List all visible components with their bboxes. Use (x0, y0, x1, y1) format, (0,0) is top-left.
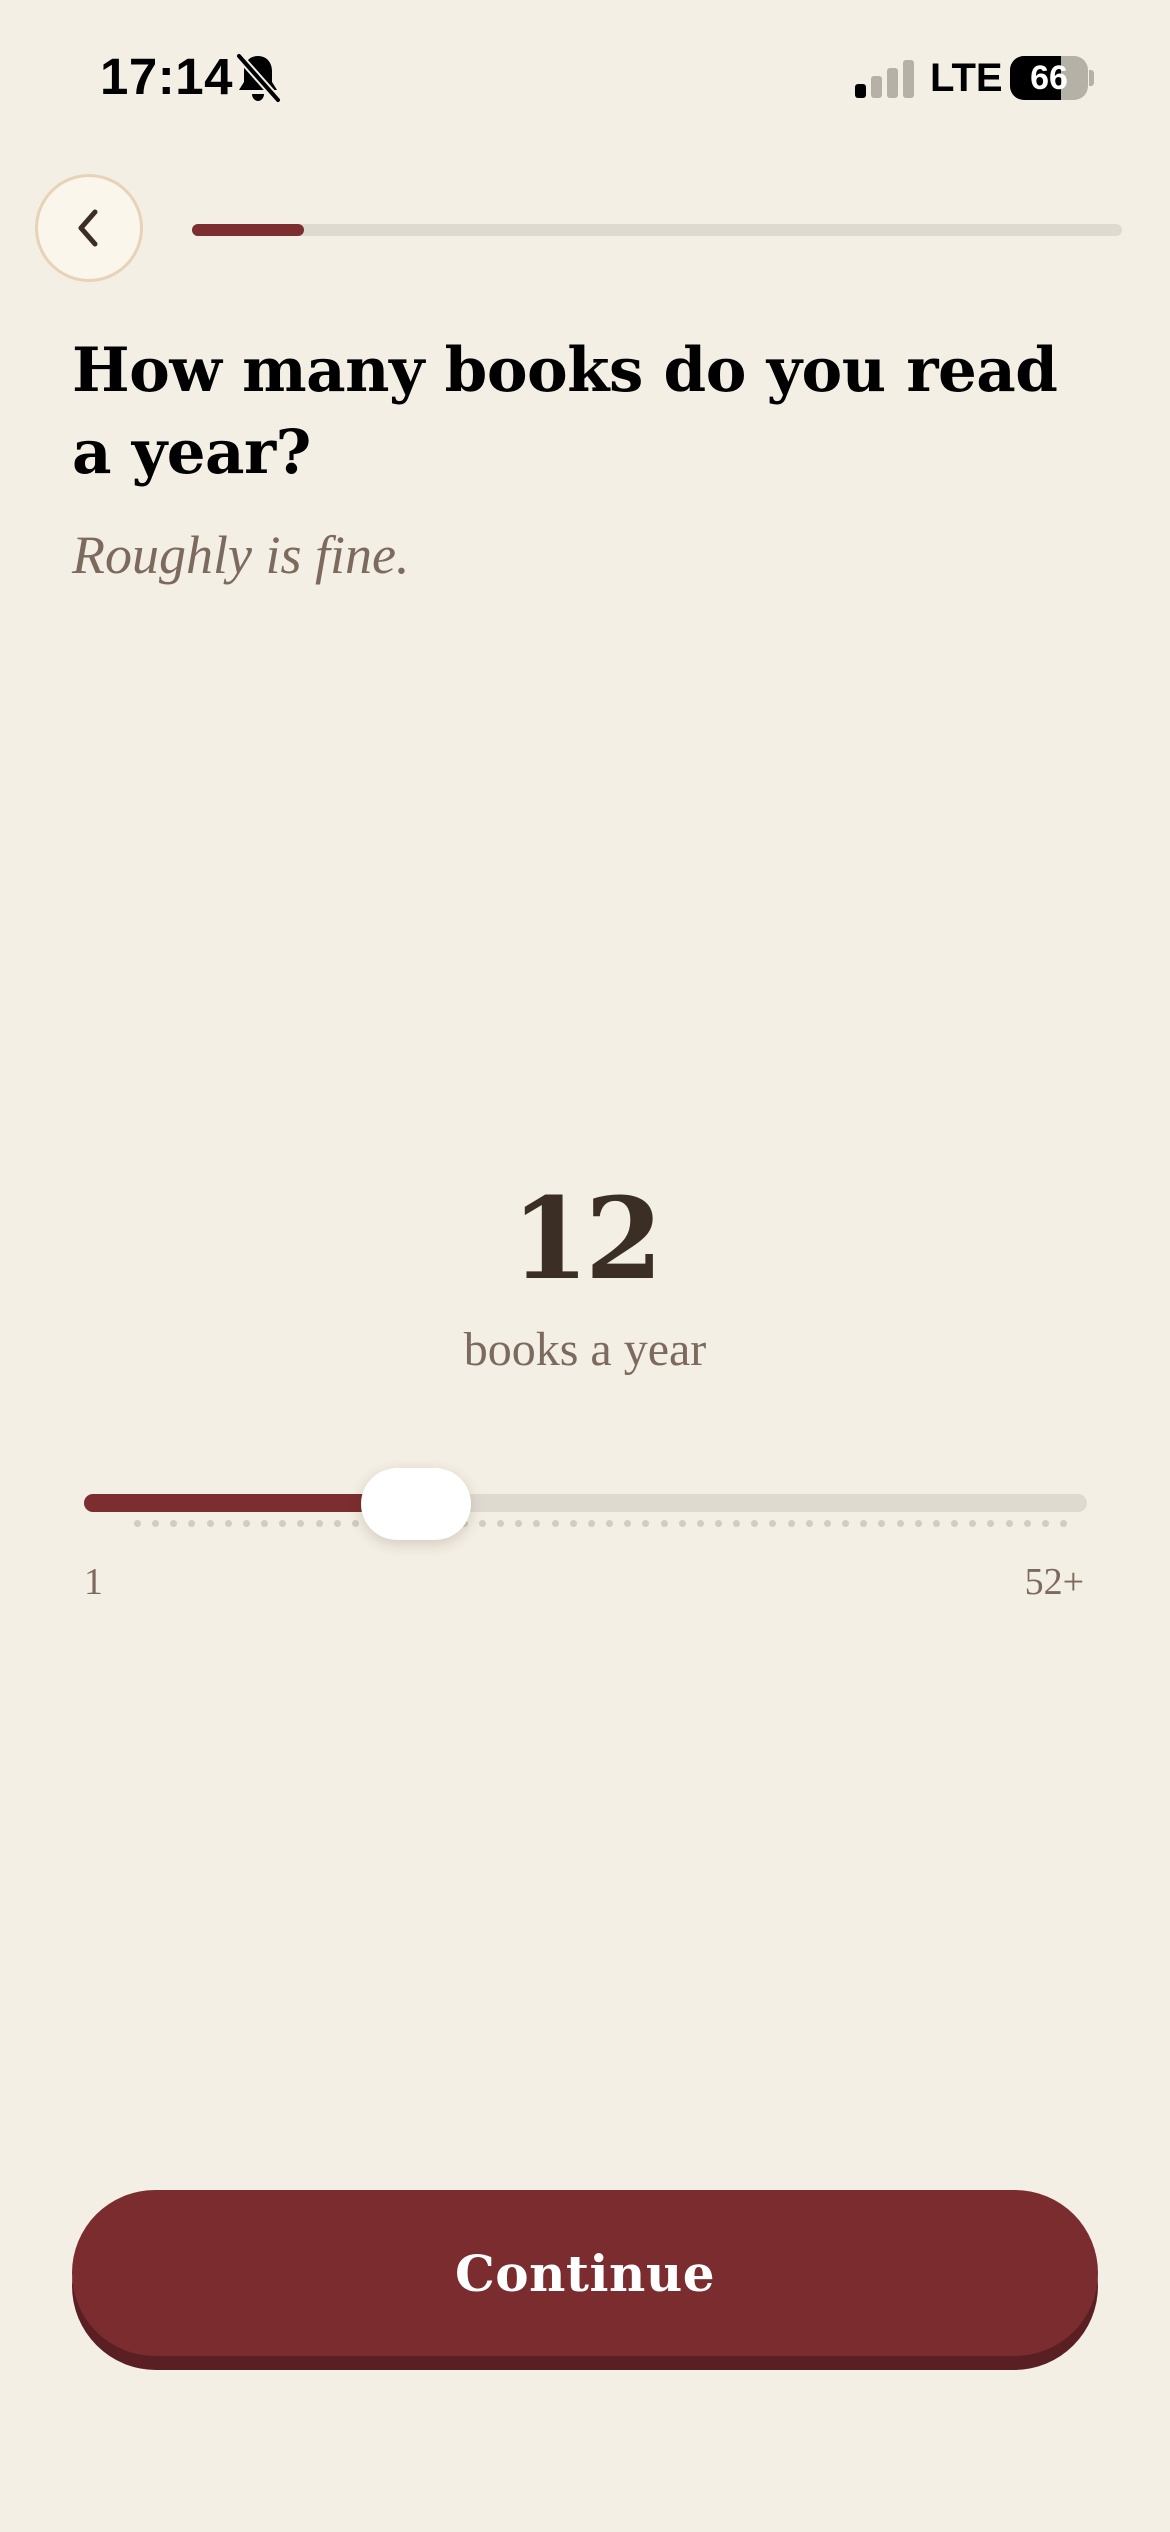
slider-tick (206, 1520, 214, 1527)
status-time: 17:14 (100, 48, 233, 105)
slider-tick (134, 1520, 141, 1527)
slider-tick (987, 1520, 995, 1527)
battery-body: 66 (1010, 56, 1088, 100)
onboarding-progress-bar (192, 224, 1122, 236)
slider-tick (1060, 1520, 1067, 1527)
signal-icon (855, 58, 915, 98)
slider-tick (660, 1520, 668, 1527)
slider-tick (733, 1520, 741, 1527)
continue-label: Continue (454, 2243, 716, 2303)
network-label: LTE (930, 56, 1003, 100)
slider-tick (823, 1520, 831, 1527)
chevron-left-icon (78, 209, 98, 247)
battery-icon: 66 (1010, 56, 1094, 100)
slider-tick (787, 1520, 795, 1527)
slider-tick (842, 1520, 850, 1527)
slider-tick (678, 1520, 686, 1527)
onboarding-progress-fill (192, 224, 304, 236)
signal-bar (855, 84, 866, 98)
slider-tick (769, 1520, 777, 1527)
slider-tick (896, 1520, 904, 1527)
slider-tick (606, 1520, 614, 1527)
slider-tick (515, 1520, 523, 1527)
slider-tick (914, 1520, 922, 1527)
slider-tick (152, 1520, 160, 1527)
slider-tick (932, 1520, 940, 1527)
slider-tick (715, 1520, 723, 1527)
slider-tick (533, 1520, 541, 1527)
slider-tick (860, 1520, 868, 1527)
slider-max-label: 52+ (1024, 1561, 1084, 1603)
slider-tick (315, 1520, 323, 1527)
slider-tick (224, 1520, 232, 1527)
signal-bar (887, 68, 898, 98)
slider-tick (188, 1520, 196, 1527)
slider-tick (587, 1520, 595, 1527)
continue-button[interactable]: Continue (72, 2190, 1098, 2356)
slider-tick (969, 1520, 977, 1527)
slider-tick (551, 1520, 559, 1527)
bell-off-icon (235, 52, 282, 104)
slider-tick (333, 1520, 341, 1527)
slider-tick (751, 1520, 759, 1527)
slider-tick (642, 1520, 650, 1527)
slider-tick (351, 1520, 359, 1527)
slider-tick (805, 1520, 813, 1527)
slider-tick (878, 1520, 886, 1527)
slider-tick (569, 1520, 577, 1527)
slider-tick (951, 1520, 959, 1527)
slider-tick (478, 1520, 486, 1527)
slider-min-label: 1 (84, 1561, 103, 1603)
slider-tick (170, 1520, 178, 1527)
slider-tick (696, 1520, 704, 1527)
selected-value-unit: books a year (463, 1323, 707, 1376)
slider-tick (1023, 1520, 1031, 1527)
status-bar: 17:14 LTE 66 (0, 0, 1170, 150)
slider-tick (261, 1520, 269, 1527)
slider-tick (1005, 1520, 1013, 1527)
battery-cap (1089, 70, 1094, 86)
slider-tick (297, 1520, 305, 1527)
back-button[interactable] (35, 174, 143, 282)
books-per-year-slider[interactable] (84, 1460, 1087, 1540)
slider-tick (497, 1520, 505, 1527)
slider-thumb[interactable] (361, 1468, 472, 1540)
slider-ticks (134, 1520, 1120, 1528)
signal-bar (871, 76, 882, 98)
slider-tick (242, 1520, 250, 1527)
slider-tick (624, 1520, 632, 1527)
question-title: How many books do you read a year? (72, 335, 1058, 488)
slider-tick (1041, 1520, 1049, 1527)
slider-tick (279, 1520, 287, 1527)
selected-value: 12 (511, 1174, 663, 1305)
question-subtitle: Roughly is fine. (72, 525, 410, 585)
battery-level: 66 (1030, 59, 1068, 97)
signal-bar (903, 60, 914, 98)
